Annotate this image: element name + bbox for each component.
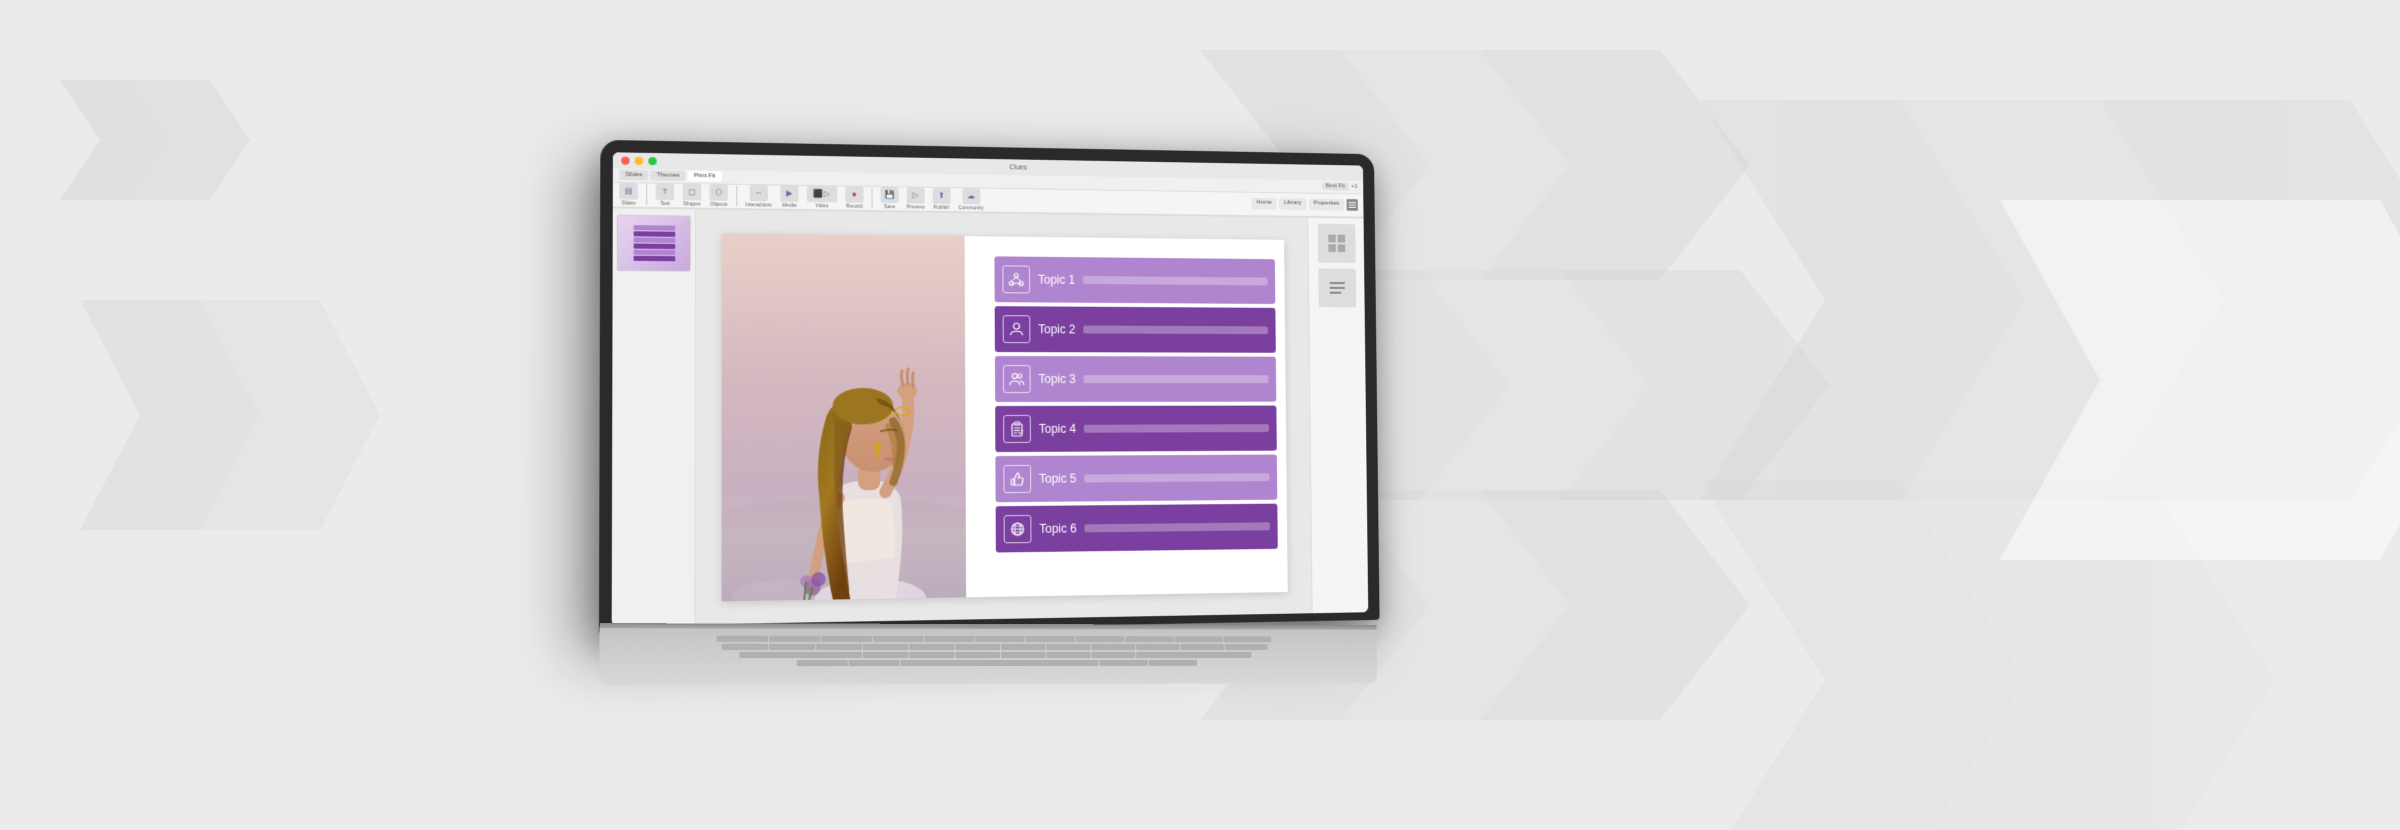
save-icon[interactable]: 💾 — [880, 187, 898, 203]
clipboard-icon — [1003, 414, 1031, 442]
interactions-label: Interactions — [745, 202, 771, 208]
interactive-video-icon[interactable]: ⬛▷ — [807, 186, 837, 203]
maximize-button[interactable] — [648, 157, 656, 165]
network-icon — [1002, 265, 1030, 293]
topic-item-3[interactable]: Topic 3 — [995, 356, 1276, 402]
tab-slides[interactable]: Slides — [619, 170, 649, 181]
app-window: Clues Slides Themes Print Fit Best Fit +… — [612, 152, 1369, 626]
slide-photo — [722, 233, 966, 601]
topic-5-label: Topic 5 — [1039, 471, 1076, 485]
slides-panel — [612, 208, 696, 625]
text-icon[interactable]: T — [656, 183, 675, 200]
library-button[interactable]: Library — [1279, 198, 1306, 210]
media-icon[interactable]: ▶ — [780, 185, 798, 201]
home-button[interactable]: Home — [1252, 198, 1277, 210]
publish-label: Publish — [933, 205, 949, 211]
app-content: Topic 1 Topic 2 — [612, 208, 1369, 625]
slides-icon[interactable]: ▤ — [619, 183, 638, 200]
media-label: Media — [782, 202, 796, 208]
topic-item-1[interactable]: Topic 1 — [994, 256, 1275, 304]
topic-4-label: Topic 4 — [1039, 421, 1076, 435]
thumbnail-panel-icon[interactable] — [1317, 224, 1355, 263]
record-label: Record — [846, 203, 862, 209]
toolbar-slides-group: ▤ Slides — [619, 183, 638, 207]
publish-icon[interactable]: ⬆ — [932, 188, 950, 204]
tab-themes[interactable]: Themes — [651, 171, 686, 182]
divider-2 — [736, 186, 737, 206]
topic-5-bar — [1084, 473, 1269, 482]
toolbar-shapes-group: ◻ Shapes — [683, 184, 702, 208]
zoom-level: +1 — [1351, 184, 1357, 190]
library-panel-icon[interactable] — [1318, 268, 1356, 307]
slide-thumb-content-1 — [618, 216, 690, 271]
thumbsup-icon — [1003, 464, 1031, 492]
objects-icon[interactable]: ⬡ — [709, 184, 728, 200]
interactive-video-label: Video — [815, 203, 828, 209]
zoom-fit[interactable]: Best Fit — [1322, 183, 1349, 191]
laptop-screen: Clues Slides Themes Print Fit Best Fit +… — [599, 140, 1380, 635]
community-label: Community — [958, 205, 983, 211]
shapes-icon[interactable]: ◻ — [683, 184, 702, 201]
community-icon[interactable]: ☁ — [962, 188, 980, 204]
laptop: Clues Slides Themes Print Fit Best Fit +… — [608, 146, 1392, 684]
topic-list: Topic 1 Topic 2 — [994, 256, 1277, 552]
laptop-base — [600, 623, 1378, 685]
person-icon — [1003, 315, 1031, 343]
topic-item-2[interactable]: Topic 2 — [995, 306, 1276, 353]
tab-print-fit[interactable]: Print Fit — [688, 171, 722, 182]
save-label: Save — [884, 204, 895, 210]
group-icon — [1003, 365, 1031, 393]
toolbar-objects-group: ⬡ Objects — [709, 184, 728, 208]
close-button[interactable] — [621, 157, 629, 165]
shapes-label: Shapes — [683, 201, 701, 207]
text-label: Text — [660, 201, 670, 207]
toolbar-text-group: T Text — [656, 183, 675, 207]
right-panel — [1307, 218, 1368, 613]
page-container: Clues Slides Themes Print Fit Best Fit +… — [0, 0, 2400, 830]
topic-1-bar — [1083, 276, 1268, 285]
topic-2-label: Topic 2 — [1038, 322, 1075, 336]
properties-button[interactable]: Properties — [1309, 199, 1344, 211]
preview-icon[interactable]: ▷ — [906, 187, 924, 203]
minimize-button[interactable] — [635, 157, 643, 165]
preview-label: Preview — [907, 204, 925, 210]
slide-thumbnail-1[interactable] — [617, 215, 691, 272]
toolbar-interactive-video-group: ⬛▷ Video — [807, 186, 837, 210]
record-icon[interactable]: ● — [845, 186, 863, 202]
woman-photo-svg — [722, 233, 966, 601]
toolbar-publish-group: ⬆ Publish — [932, 188, 950, 211]
topic-6-label: Topic 6 — [1039, 521, 1077, 535]
topic-item-4[interactable]: Topic 4 — [995, 405, 1277, 451]
toolbar-media-group: ▶ Media — [780, 185, 798, 208]
keyboard-keys — [631, 635, 1349, 666]
toolbar-preview-group: ▷ Preview — [906, 187, 924, 210]
topic-2-bar — [1083, 325, 1268, 334]
topic-item-6[interactable]: Topic 6 — [996, 503, 1278, 552]
toolbar-community-group: ☁ Community — [958, 188, 983, 211]
topic-4-bar — [1084, 424, 1269, 433]
divider-3 — [871, 188, 872, 208]
slides-label: Slides — [621, 200, 635, 206]
toolbar-record-group: ● Record — [845, 186, 863, 209]
divider-1 — [646, 185, 647, 205]
topic-3-label: Topic 3 — [1038, 372, 1075, 386]
laptop-keyboard — [600, 628, 1378, 685]
objects-label: Objects — [710, 201, 727, 207]
toolbar-interactions-group: ↔ Interactions — [745, 185, 771, 209]
main-slide-area: Topic 1 Topic 2 — [696, 210, 1312, 625]
toolbar-save-group: 💾 Save — [880, 187, 898, 210]
topic-6-bar — [1085, 522, 1270, 532]
topic-item-5[interactable]: Topic 5 — [995, 454, 1277, 502]
globe-icon — [1004, 514, 1032, 542]
app-toolbar: Clues Slides Themes Print Fit Best Fit +… — [613, 152, 1364, 218]
topic-1-label: Topic 1 — [1038, 272, 1075, 286]
interactions-icon[interactable]: ↔ — [750, 185, 768, 201]
slide-canvas: Topic 1 Topic 2 — [722, 233, 1288, 601]
menu-icon[interactable] — [1347, 199, 1358, 211]
topic-3-bar — [1084, 375, 1269, 383]
